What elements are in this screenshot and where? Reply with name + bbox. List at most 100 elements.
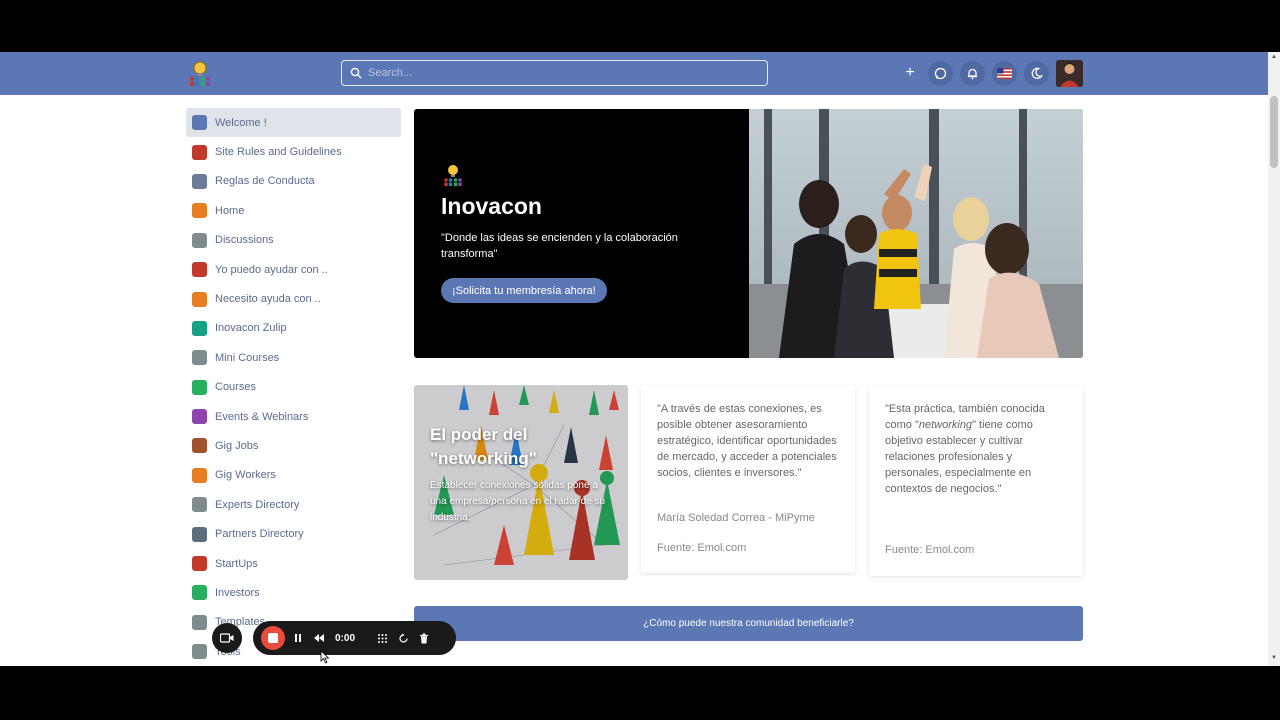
quote-author-1: María Soledad Correa - MiPyme <box>657 512 815 524</box>
sidebar-item-label: Inovacon Zulip <box>215 322 287 335</box>
help-need-icon <box>192 291 207 307</box>
home-icon <box>192 203 207 219</box>
sidebar-item-label: Reglas de Conducta <box>215 175 315 188</box>
search-bar[interactable] <box>341 60 768 86</box>
sidebar-item[interactable]: Reglas de Conducta <box>186 167 401 196</box>
grid-icon[interactable] <box>377 633 388 644</box>
sidebar-item[interactable]: Mini Courses <box>186 343 401 372</box>
whatsapp-icon <box>934 67 947 80</box>
whatsapp-button[interactable] <box>928 61 953 86</box>
rules-icon <box>192 144 207 160</box>
hero-subtitle: "Donde las ideas se encienden y la colab… <box>441 232 678 260</box>
sidebar-item[interactable]: Gig Jobs <box>186 431 401 460</box>
search-input[interactable] <box>368 67 748 79</box>
scroll-up-arrow-icon[interactable]: ▲ <box>1271 54 1277 60</box>
sidebar-item[interactable]: Site Rules and Guidelines <box>186 137 401 166</box>
experts-icon <box>192 497 207 513</box>
recorder-controls: 0:00 <box>253 621 456 655</box>
search-icon <box>350 67 362 79</box>
sidebar-item[interactable]: Investors <box>186 578 401 607</box>
rewind-icon[interactable] <box>313 633 325 643</box>
sidebar-item[interactable]: Discussions <box>186 226 401 255</box>
sidebar-item-label: Experts Directory <box>215 498 300 511</box>
discussions-icon <box>192 232 207 248</box>
stop-icon <box>268 633 278 643</box>
partners-icon <box>192 526 207 542</box>
apply-membership-button[interactable]: ¡Solicita tu membresía ahora! <box>441 278 607 303</box>
sidebar-item-label: Necesito ayuda con .. <box>215 293 321 306</box>
scroll-down-arrow-icon[interactable]: ▼ <box>1271 655 1277 661</box>
investors-icon <box>192 585 207 601</box>
sidebar-item[interactable]: Courses <box>186 373 401 402</box>
sidebar-item[interactable]: Home <box>186 196 401 225</box>
team-celebration-photo <box>749 109 1083 358</box>
stop-recording-button[interactable] <box>261 626 285 650</box>
moon-icon <box>1031 67 1043 79</box>
hero-title: Inovacon <box>441 193 542 219</box>
quote-card-2: "Esta práctica, también conocida como "n… <box>869 385 1083 576</box>
sidebar-item[interactable]: Experts Directory <box>186 490 401 519</box>
sidebar-item[interactable]: Yo puedo ayudar con .. <box>186 255 401 284</box>
networking-subtitle: Establecer conexiones sólidas pone a una… <box>430 480 606 523</box>
hero-banner: Inovacon "Donde las ideas se encienden y… <box>414 109 1083 358</box>
gig-workers-icon <box>192 467 207 483</box>
startups-icon <box>192 556 207 572</box>
sidebar-item[interactable]: StartUps <box>186 549 401 578</box>
hero-logo-icon <box>444 165 462 186</box>
sidebar-item-label: Investors <box>215 586 260 599</box>
networking-card[interactable]: El poder del "networking" Establecer con… <box>414 385 628 580</box>
language-button[interactable] <box>992 61 1017 86</box>
zulip-icon <box>192 320 207 336</box>
inovacon-logo[interactable] <box>186 59 214 87</box>
community-benefits-button[interactable]: ¿Cómo puede nuestra comunidad beneficiar… <box>414 606 1083 641</box>
courses-icon <box>192 379 207 395</box>
letterbox-bottom <box>0 666 1280 720</box>
quote-source-1: Fuente: Emol.com <box>657 542 747 554</box>
conduct-icon <box>192 173 207 189</box>
restart-icon[interactable] <box>398 633 409 644</box>
tools-icon <box>192 644 207 660</box>
browser-viewport: + <box>0 52 1280 666</box>
sidebar-item-label: Home <box>215 204 245 217</box>
help-offer-icon <box>192 262 207 278</box>
sidebar-item[interactable]: Gig Workers <box>186 461 401 490</box>
sidebar-item-label: Partners Directory <box>215 528 304 541</box>
sidebar-item-label: Yo puedo ayudar con .. <box>215 263 328 276</box>
page-scrollbar[interactable]: ▲ ▼ <box>1268 52 1280 666</box>
events-icon <box>192 409 207 425</box>
user-avatar[interactable] <box>1056 60 1083 87</box>
sidebar-nav: Welcome ! Site Rules and Guidelines Reglas… <box>186 108 401 666</box>
sidebar-item-label: Events & Webinars <box>215 410 309 423</box>
sidebar-item[interactable]: Welcome ! <box>186 108 401 138</box>
sidebar-item-label: StartUps <box>215 557 258 570</box>
sidebar-item-label: Gig Jobs <box>215 439 259 452</box>
camera-toggle-button[interactable] <box>212 623 242 653</box>
us-flag-icon <box>997 68 1012 79</box>
sidebar-item[interactable]: Events & Webinars <box>186 402 401 431</box>
quote-text-1: "A través de estas conexiones, es posibl… <box>657 403 837 479</box>
quote-source-2: Fuente: Emol.com <box>885 544 975 556</box>
sidebar-item[interactable]: Partners Directory <box>186 519 401 548</box>
recording-timer: 0:00 <box>335 632 356 644</box>
sidebar-item-label: Site Rules and Guidelines <box>215 146 342 159</box>
templates-icon <box>192 614 207 630</box>
plus-icon[interactable]: + <box>901 64 919 82</box>
quote-text-2: "Esta práctica, también conocida como "n… <box>885 401 1067 497</box>
sidebar-item-label: Gig Workers <box>215 469 276 482</box>
sidebar-item-label: Welcome ! <box>215 116 267 129</box>
top-navbar: + <box>0 52 1268 95</box>
mouse-cursor-icon <box>320 650 330 664</box>
quote-card-1: "A través de estas conexiones, es posibl… <box>641 385 855 573</box>
bell-icon <box>968 68 977 80</box>
sidebar-item[interactable]: Inovacon Zulip <box>186 314 401 343</box>
dark-mode-button[interactable] <box>1024 61 1049 86</box>
mini-courses-icon <box>192 350 207 366</box>
welcome-icon <box>192 115 207 131</box>
letterbox-top <box>0 0 1280 52</box>
trash-icon[interactable] <box>419 633 429 644</box>
sidebar-item[interactable]: Necesito ayuda con .. <box>186 284 401 313</box>
sidebar-item-label: Mini Courses <box>215 351 280 364</box>
notifications-button[interactable] <box>960 61 985 86</box>
pause-icon[interactable] <box>293 633 303 643</box>
scroll-thumb[interactable] <box>1270 96 1278 168</box>
